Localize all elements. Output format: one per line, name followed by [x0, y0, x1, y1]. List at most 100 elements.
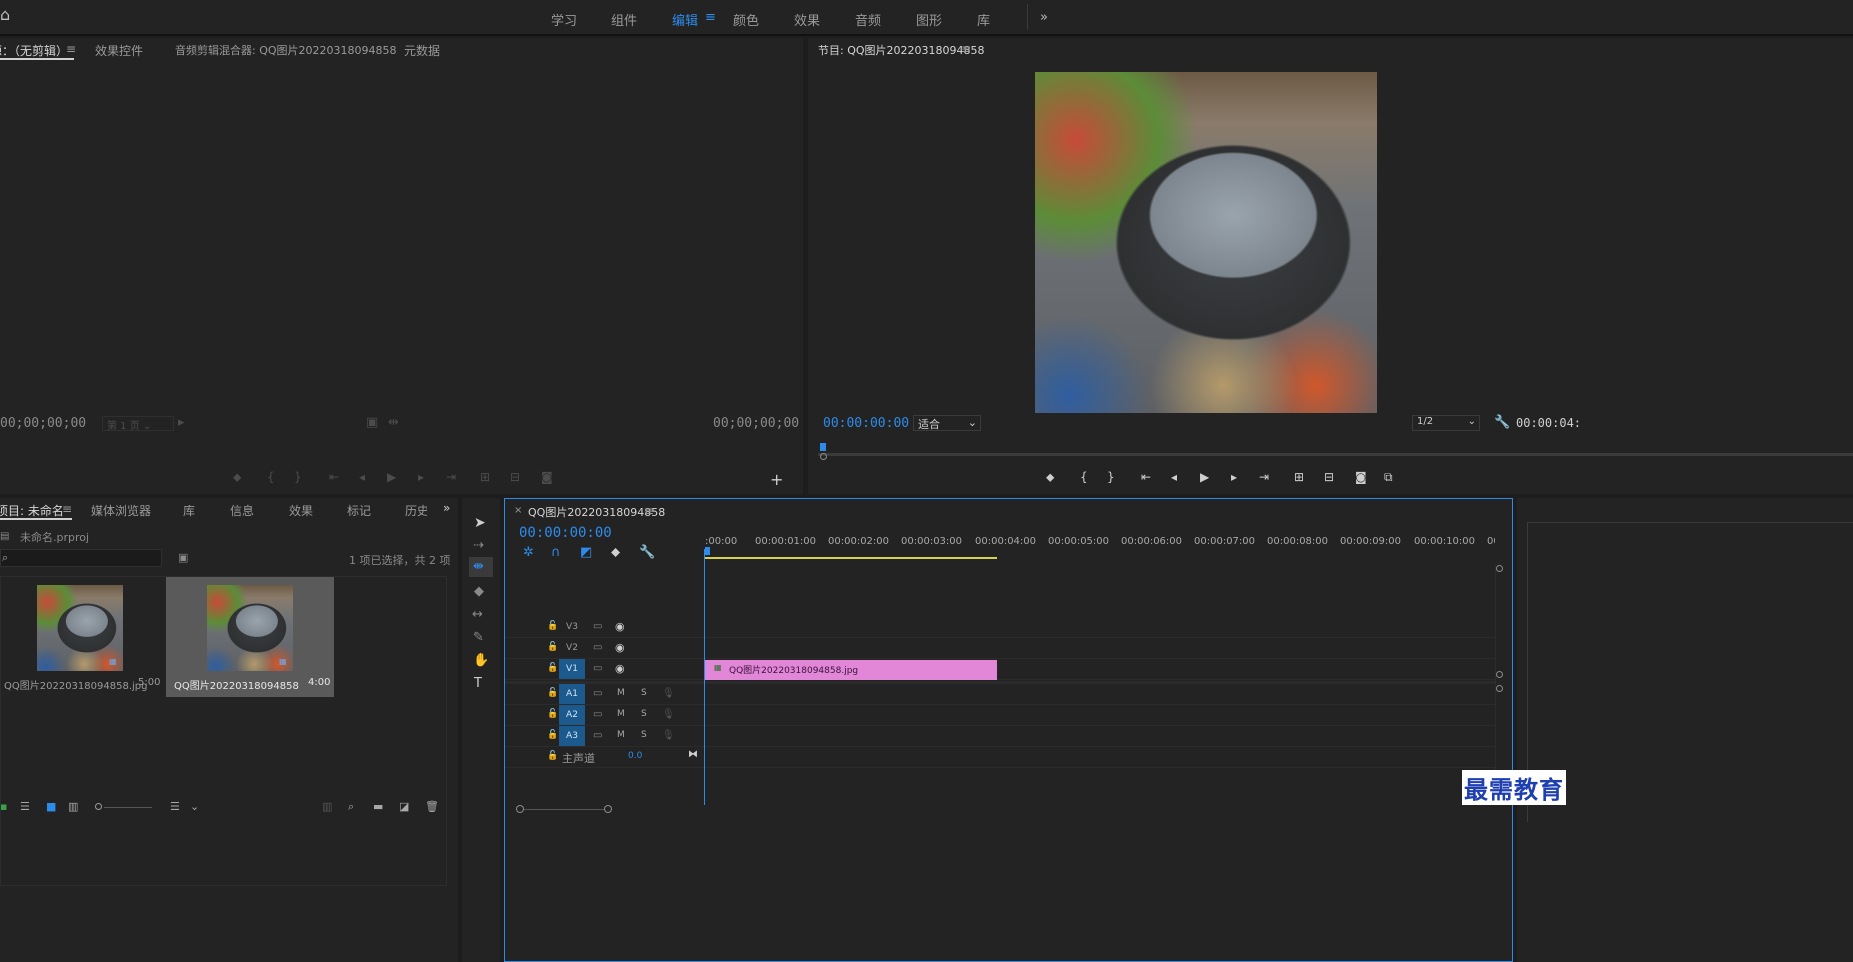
zoom-handle[interactable]: [820, 453, 827, 460]
tab-audio-mixer[interactable]: 音频剪辑混合器: QQ图片20220318094858: [175, 42, 397, 58]
mark-out-icon[interactable]: }: [294, 470, 302, 484]
solo-button[interactable]: S: [641, 709, 647, 719]
export-frame-icon[interactable]: ◙: [1355, 470, 1367, 484]
add-marker-icon[interactable]: ⬥: [611, 546, 620, 560]
snap-icon[interactable]: ∩: [551, 546, 561, 560]
ripple-edit-tool[interactable]: ⇼: [469, 557, 493, 577]
work-area-bar[interactable]: [705, 557, 997, 559]
razor-tool-icon[interactable]: ◆: [474, 585, 484, 599]
timeline-menu-icon[interactable]: ≡: [644, 504, 654, 518]
find-icon[interactable]: ⌕: [348, 800, 354, 814]
resolution-select[interactable]: 1/2 ⌄: [1412, 415, 1480, 431]
lock-icon[interactable]: ▪: [0, 800, 7, 813]
close-icon[interactable]: ×: [514, 505, 522, 516]
eye-icon[interactable]: ◉: [615, 620, 625, 634]
automate-icon[interactable]: ▥: [322, 800, 332, 813]
new-search-bin-icon[interactable]: ▣: [178, 551, 188, 565]
mic-icon[interactable]: 🎙: [662, 729, 675, 743]
tab-history[interactable]: 历史: [405, 502, 427, 519]
scroll-start-handle[interactable]: [516, 805, 524, 813]
sync-lock-icon[interactable]: ▭: [593, 729, 602, 743]
solo-button[interactable]: S: [641, 730, 647, 740]
selection-tool-icon[interactable]: ➤: [474, 516, 486, 530]
track-label-a3[interactable]: A3: [559, 726, 585, 746]
workspace-learn[interactable]: 学习: [551, 10, 577, 29]
extract-icon[interactable]: ⊟: [1324, 470, 1334, 484]
new-item-icon[interactable]: ◪: [399, 800, 409, 813]
mic-icon[interactable]: 🎙: [662, 687, 675, 701]
lock-icon[interactable]: 🔓: [547, 663, 558, 673]
scroll-track[interactable]: [524, 809, 604, 810]
timeline-settings-icon[interactable]: 🔧: [639, 546, 655, 560]
new-bin-icon[interactable]: ▬: [373, 800, 383, 813]
scroll-handle-audio[interactable]: [1496, 685, 1503, 692]
scroll-handle-top[interactable]: [1496, 565, 1503, 572]
track-label-v3[interactable]: V3: [559, 617, 585, 637]
source-menu-icon[interactable]: ≡: [66, 42, 76, 56]
lift-icon[interactable]: ⊞: [1294, 470, 1304, 484]
export-frame-icon[interactable]: ◙: [541, 470, 553, 484]
video-clip[interactable]: ▦ QQ图片20220318094858.jpg: [705, 660, 997, 680]
workspace-color[interactable]: 颜色: [733, 10, 759, 29]
mute-button[interactable]: M: [617, 730, 625, 740]
pen-tool-icon[interactable]: ✎: [473, 631, 484, 645]
project-search-input[interactable]: ⌕: [0, 549, 162, 567]
program-menu-icon[interactable]: ≡: [961, 42, 971, 56]
go-to-out-icon[interactable]: ⇥: [1259, 470, 1269, 484]
sync-lock-icon[interactable]: ▭: [593, 620, 602, 634]
tab-project[interactable]: 项目: 未命名: [0, 502, 64, 519]
sync-lock-icon[interactable]: ▭: [593, 708, 602, 722]
workspace-effects[interactable]: 效果: [794, 10, 820, 29]
compare-icon[interactable]: ⧉: [1384, 470, 1393, 485]
playhead[interactable]: [820, 443, 826, 451]
go-to-in-icon[interactable]: ⇤: [329, 470, 339, 484]
scroll-end-handle[interactable]: [604, 805, 612, 813]
master-volume[interactable]: 0.0: [628, 751, 642, 761]
drag-icon[interactable]: ⇹: [388, 416, 399, 430]
home-icon[interactable]: ⌂: [0, 7, 10, 23]
workspace-assembly[interactable]: 组件: [611, 10, 637, 29]
lock-icon[interactable]: 🔓: [547, 688, 558, 698]
lock-icon[interactable]: 🔓: [547, 642, 558, 652]
tab-markers[interactable]: 标记: [347, 502, 371, 519]
go-to-edit-icon[interactable]: ⧓: [688, 749, 698, 760]
list-view-icon[interactable]: ☰: [20, 800, 30, 813]
project-item-sequence[interactable]: ▦ QQ图片20220318094858 4:00: [166, 577, 334, 697]
tab-source[interactable]: 源：（无剪辑）: [0, 42, 68, 59]
solo-button[interactable]: S: [641, 688, 647, 698]
track-label-v1[interactable]: V1: [559, 659, 585, 679]
workspace-editing[interactable]: 编辑: [672, 10, 698, 29]
playhead-handle[interactable]: [705, 547, 710, 555]
time-ruler[interactable]: :00:00 00:00:01:00 00:00:02:00 00:00:03:…: [705, 533, 1495, 561]
tab-media-browser[interactable]: 媒体浏览器: [91, 502, 151, 519]
workspace-graphics[interactable]: 图形: [916, 10, 942, 29]
nest-icon[interactable]: ✲: [523, 546, 534, 560]
hand-tool-icon[interactable]: ✋: [473, 654, 489, 668]
mark-in-icon[interactable]: {: [267, 470, 275, 484]
track-select-tool-icon[interactable]: ⇢: [473, 539, 484, 553]
trash-icon[interactable]: 🗑: [425, 800, 439, 813]
add-button-icon[interactable]: +: [770, 470, 783, 489]
page-select[interactable]: 第 1 页 ⌄: [102, 416, 174, 432]
overwrite-icon[interactable]: ⊟: [510, 470, 520, 484]
workspace-menu-icon[interactable]: ≡: [705, 10, 716, 25]
zoom-slider-track[interactable]: [104, 807, 152, 808]
more-workspaces-icon[interactable]: »: [1040, 10, 1048, 25]
step-forward-icon[interactable]: ▸: [418, 470, 424, 484]
linked-selection-icon[interactable]: ◩: [580, 546, 592, 560]
scroll-handle-mid[interactable]: [1496, 671, 1503, 678]
add-marker-icon[interactable]: ⬥: [1046, 470, 1054, 485]
add-marker-icon[interactable]: ⬥: [233, 470, 241, 485]
timeline-timecode[interactable]: 00:00:00:00: [519, 525, 612, 541]
mic-icon[interactable]: 🎙: [662, 708, 675, 722]
lock-icon[interactable]: 🔓: [547, 751, 558, 761]
zoom-slider-handle[interactable]: [95, 803, 102, 810]
wrench-icon[interactable]: 🔧: [1494, 416, 1510, 430]
more-panels-icon[interactable]: »: [443, 501, 450, 515]
play-small-icon[interactable]: ▸: [178, 416, 185, 430]
tab-metadata[interactable]: 元数据: [404, 42, 440, 59]
track-label-a1[interactable]: A1: [559, 684, 585, 704]
track-label-a2[interactable]: A2: [559, 705, 585, 725]
tab-effect-controls[interactable]: 效果控件: [95, 42, 143, 59]
mute-button[interactable]: M: [617, 709, 625, 719]
